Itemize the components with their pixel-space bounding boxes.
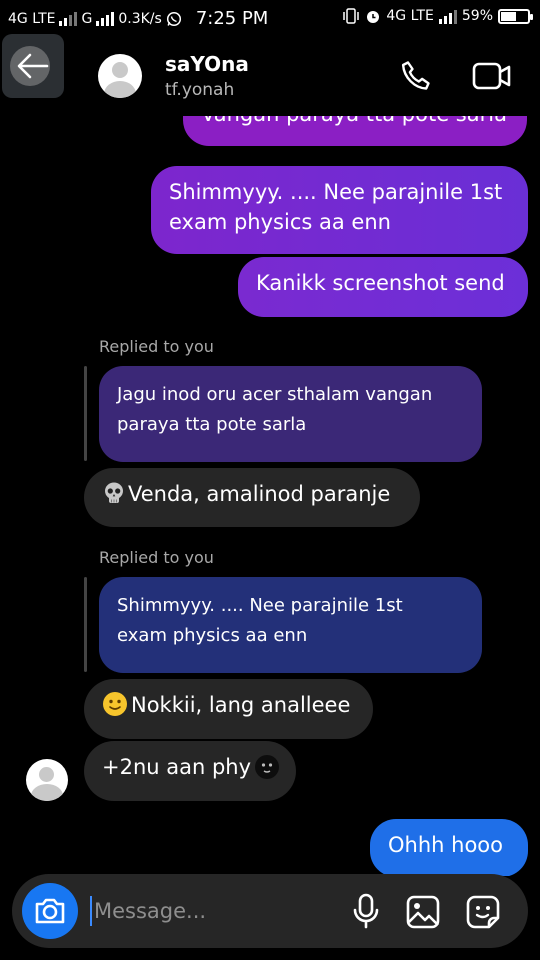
contact-username[interactable]: tf.yonah xyxy=(165,80,234,100)
battery-percent: 59% xyxy=(461,8,493,24)
battery-level-fill xyxy=(501,11,517,21)
message-text-line-1: Shimmyyy. .... Nee parajnile 1st xyxy=(169,180,503,204)
sent-message-partial[interactable]: Vangan paraya tta pote sarla xyxy=(183,116,527,146)
received-message[interactable]: Venda, amalinod paranje xyxy=(84,468,420,527)
video-camera-icon xyxy=(472,62,511,90)
camera-icon xyxy=(35,898,65,924)
signal-strength-3-icon xyxy=(438,9,457,24)
quote-text-line-2: exam physics aa enn xyxy=(117,625,308,646)
sent-message[interactable]: Shimmyyy. .... Nee parajnile 1st exam ph… xyxy=(151,166,528,254)
sender-avatar[interactable] xyxy=(26,759,68,801)
dark-face-emoji-icon xyxy=(255,755,280,779)
quoted-message[interactable]: Jagu inod oru acer sthalam vangan paraya… xyxy=(99,366,482,462)
received-message[interactable]: +2nu aan phy xyxy=(84,741,296,801)
vibrate-icon xyxy=(343,8,360,24)
sticker-button[interactable] xyxy=(464,893,502,931)
message-text: +2nu aan phy xyxy=(102,755,252,779)
message-composer xyxy=(12,874,528,948)
status-bar-right: 4G LTE 59% xyxy=(342,8,533,24)
slight-smile-emoji-icon xyxy=(103,692,127,716)
quote-text-line-1: Jagu inod oru acer sthalam vangan xyxy=(117,384,433,405)
quote-text-line-1: Shimmyyy. .... Nee parajnile 1st xyxy=(117,595,403,616)
message-text: Nokkii, lang analleee xyxy=(131,693,351,717)
battery-icon xyxy=(498,8,533,24)
skull-emoji-icon xyxy=(105,482,123,503)
network-type-1: 4G LTE xyxy=(8,10,56,27)
whatsapp-icon xyxy=(166,11,181,26)
replied-to-you-label: Replied to you xyxy=(99,548,214,567)
avatar-head-shape xyxy=(112,62,128,78)
voice-message-button[interactable] xyxy=(348,892,384,930)
message-text: Venda, amalinod paranje xyxy=(128,482,391,506)
status-bar: 4G LTE G 0.3K/s 7:25 PM 4G LTE 59% xyxy=(0,0,540,34)
sent-message[interactable]: Kanikk screenshot send xyxy=(238,257,528,317)
gallery-button[interactable] xyxy=(404,893,442,931)
data-speed: 0.3K/s xyxy=(118,10,162,27)
clock-time: 7:25 PM xyxy=(195,8,269,29)
back-button[interactable] xyxy=(2,34,64,98)
avatar-body-shape xyxy=(104,81,136,98)
chat-header: saYOna tf.yonah xyxy=(0,34,540,116)
video-call-button[interactable] xyxy=(470,58,514,94)
status-bar-left: 4G LTE G 0.3K/s 7:25 PM xyxy=(8,8,268,29)
message-text: Ohhh hooo xyxy=(388,833,503,857)
message-thread[interactable]: Vangan paraya tta pote sarla Shimmyyy. .… xyxy=(0,116,540,876)
reply-indicator-line xyxy=(84,577,87,672)
back-arrow-icon xyxy=(17,53,49,79)
contact-avatar[interactable] xyxy=(98,54,142,98)
signal-strength-icon xyxy=(59,11,78,26)
avatar-head-shape xyxy=(39,767,54,782)
network-type-3: 4G LTE xyxy=(386,8,434,24)
contact-name[interactable]: saYOna xyxy=(165,52,249,76)
phone-icon xyxy=(401,61,430,90)
voice-call-button[interactable] xyxy=(396,56,436,96)
camera-button[interactable] xyxy=(22,883,78,939)
received-message[interactable]: Nokkii, lang analleee xyxy=(84,679,373,739)
sticker-icon xyxy=(466,895,500,929)
message-text: Vangan paraya tta pote sarla xyxy=(201,116,507,126)
avatar-body-shape xyxy=(31,784,63,801)
sent-message[interactable]: Ohhh hooo xyxy=(370,819,528,876)
text-cursor xyxy=(90,896,92,926)
alarm-icon xyxy=(367,11,380,23)
message-text: Kanikk screenshot send xyxy=(256,271,505,295)
microphone-icon xyxy=(353,893,379,929)
quoted-message[interactable]: Shimmyyy. .... Nee parajnile 1st exam ph… xyxy=(99,577,482,673)
signal-strength-2-icon xyxy=(96,11,115,26)
replied-to-you-label: Replied to you xyxy=(99,337,214,356)
image-icon xyxy=(406,895,440,929)
message-input[interactable] xyxy=(94,892,334,930)
message-text-line-2: exam physics aa enn xyxy=(169,210,391,234)
reply-indicator-line xyxy=(84,366,87,461)
quote-text-line-2: paraya tta pote sarla xyxy=(117,414,307,435)
network-type-2: G xyxy=(81,10,93,27)
